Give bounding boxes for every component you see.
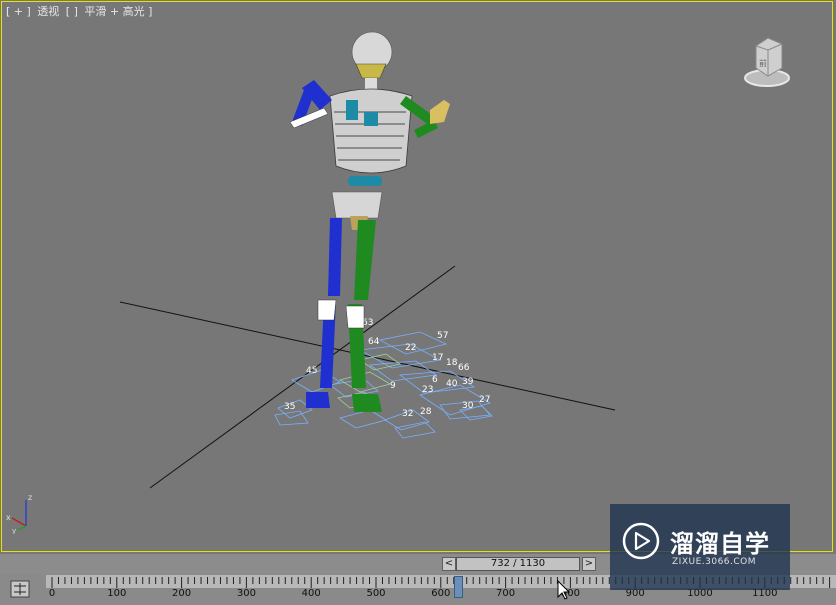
time-slider-next-button[interactable]: >	[582, 557, 596, 571]
perspective-viewport[interactable]: [ + ] 透视 [ ] 平滑 + 高光 ] 63 57 64 22 17 18…	[0, 0, 836, 554]
biped-skeleton	[289, 31, 450, 412]
viewcube[interactable]: 前	[744, 34, 790, 90]
footstep-number: 39	[462, 377, 474, 387]
watermark-play-icon	[622, 522, 660, 560]
footstep-number: 17	[432, 353, 443, 363]
biped-right-hand	[430, 100, 450, 124]
grid-line-y	[149, 265, 456, 489]
footstep-number: 28	[420, 407, 432, 417]
ruler-tick-label: 200	[172, 588, 192, 599]
axis-x-label: x	[6, 513, 11, 522]
ruler-tick-label: 400	[301, 588, 321, 599]
ruler-tick-label: 300	[236, 588, 256, 599]
time-slider-prev-button[interactable]: <	[442, 557, 456, 571]
footstep-number: 40	[446, 379, 458, 389]
footstep-gizmos	[274, 331, 493, 439]
footstep-number: 64	[368, 337, 380, 347]
ruler-tick-label: 100	[107, 588, 127, 599]
footstep-number: 30	[462, 401, 474, 411]
footstep-number: 32	[402, 409, 413, 419]
biped-right-foot	[352, 394, 382, 412]
watermark: 溜溜自学 ZIXUE.3066.COM	[610, 504, 790, 590]
footstep-number: 57	[437, 331, 448, 341]
biped-left-thigh	[328, 218, 342, 296]
time-slider-thumb[interactable]: 732 / 1130	[456, 557, 580, 571]
footstep-number: 35	[284, 402, 295, 412]
biped-left-foot	[306, 392, 330, 408]
footstep-number: 6	[432, 375, 438, 385]
viewcube-face-label: 前	[759, 58, 767, 68]
scene-canvas[interactable]: 63 57 64 22 17 18 66 45 35 6 30 27 28 32…	[0, 0, 836, 554]
current-frame-marker[interactable]	[454, 576, 464, 598]
open-mini-curve-editor-icon[interactable]	[10, 580, 30, 598]
ruler-tick-label: 700	[496, 588, 516, 599]
watermark-title: 溜溜自学	[670, 530, 770, 558]
footstep-number: 23	[422, 385, 433, 395]
footstep-number: 18	[446, 358, 458, 368]
mouse-cursor-icon	[557, 580, 571, 600]
axis-y-label: y	[12, 527, 16, 534]
footstep-number: 9	[390, 381, 396, 391]
footstep-number: 45	[306, 366, 317, 376]
biped-right-thigh	[354, 220, 376, 300]
biped-pelvis	[331, 191, 383, 219]
ruler-tick-label: 0	[48, 588, 56, 599]
footstep-number: 22	[405, 343, 416, 353]
footstep-number: 27	[479, 395, 490, 405]
axis-tripod: z x y	[6, 493, 32, 534]
ruler-tick-label: 500	[366, 588, 386, 599]
watermark-url: ZIXUE.3066.COM	[672, 557, 757, 567]
footstep-number: 66	[458, 363, 470, 373]
axis-z-label: z	[28, 493, 32, 502]
viewcube-box	[755, 37, 783, 77]
ruler-tick-label: 600	[431, 588, 451, 599]
biped-jaw	[355, 63, 387, 79]
